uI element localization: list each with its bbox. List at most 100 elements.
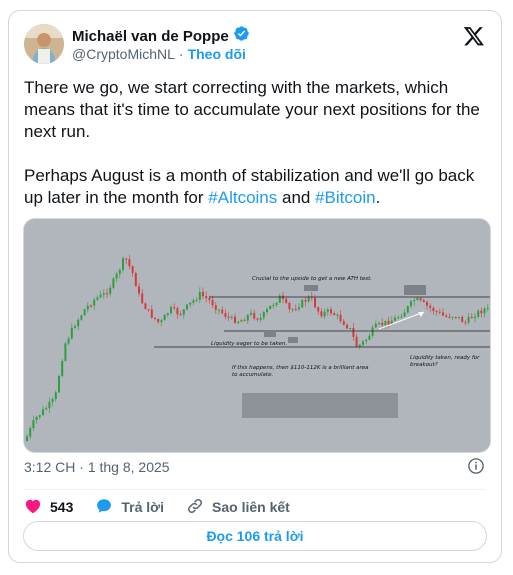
candle-body: [352, 327, 355, 337]
candle-body: [26, 436, 28, 441]
candle-body: [381, 322, 384, 326]
candle-body: [86, 305, 89, 310]
candle-body: [320, 311, 323, 317]
author-name-row: Michaël van de Poppe: [72, 25, 250, 47]
candle-body: [397, 317, 400, 319]
candle-body: [486, 307, 489, 309]
candle-body: [128, 259, 131, 267]
x-logo-icon[interactable]: [463, 25, 485, 47]
candle-body: [163, 314, 166, 321]
candle-body: [234, 316, 236, 323]
candle-body: [106, 293, 108, 295]
candle-body: [154, 317, 156, 319]
candle-body: [221, 309, 224, 314]
candle-body: [461, 316, 464, 323]
candle-body: [246, 314, 249, 321]
like-button[interactable]: 543: [24, 497, 73, 518]
blurred-box: [242, 393, 398, 418]
candle-body: [173, 307, 176, 309]
author-name[interactable]: Michaël van de Poppe: [72, 28, 229, 45]
candle-body: [61, 360, 64, 377]
candle-body: [198, 291, 201, 300]
candle-body: [64, 343, 67, 361]
candle-body: [157, 318, 160, 323]
candle-body: [208, 298, 211, 301]
candle-body: [189, 302, 192, 305]
conjunction-text: and: [277, 188, 316, 207]
candle-body: [445, 315, 448, 317]
candle-body: [51, 399, 54, 402]
candle-body: [176, 308, 179, 315]
candle-body: [243, 320, 246, 322]
candle-body: [454, 316, 457, 318]
candle-body: [262, 311, 265, 318]
candle-body: [403, 312, 406, 317]
heart-icon: [24, 497, 42, 518]
candle-body: [323, 311, 326, 317]
read-replies-button[interactable]: Đọc 106 trả lời: [23, 521, 487, 551]
candle-body: [374, 323, 377, 328]
candle-body: [438, 311, 441, 313]
info-icon[interactable]: [467, 457, 485, 475]
avatar[interactable]: [24, 24, 64, 64]
candle-body: [362, 341, 364, 345]
candle-body: [326, 309, 329, 312]
candle-body: [48, 401, 51, 409]
chart-image[interactable]: Crucial to the upside to get a new ATH t…: [23, 218, 491, 453]
candle-body: [384, 320, 387, 326]
candle-body: [218, 309, 220, 311]
copy-link-button[interactable]: Sao liên kết: [186, 497, 290, 518]
candle-body: [253, 312, 256, 319]
candle-body: [346, 324, 348, 329]
candle-body: [99, 294, 102, 298]
candle-body: [432, 307, 435, 312]
candle-body: [368, 335, 371, 340]
candle-body: [256, 318, 259, 320]
candle-body: [224, 313, 227, 317]
candle-body: [160, 320, 163, 323]
candle-body: [330, 309, 332, 314]
candle-body: [333, 313, 336, 316]
candle-body: [90, 305, 92, 307]
handle-separator: ·: [178, 46, 184, 62]
tweet-date[interactable]: 1 thg 8, 2025: [88, 459, 170, 475]
hashtag-bitcoin[interactable]: #Bitcoin: [315, 188, 375, 207]
candle-body: [435, 311, 438, 313]
candle-body: [58, 376, 60, 393]
candle-body: [170, 307, 172, 314]
candle-body: [422, 300, 425, 302]
candle-body: [250, 312, 252, 315]
candle-body: [147, 309, 150, 311]
candle-body: [134, 272, 137, 287]
candle-body: [131, 266, 134, 273]
follow-button[interactable]: Theo dõi: [188, 46, 246, 62]
tweet-time[interactable]: 3:12 CH: [24, 459, 75, 475]
candle-body: [192, 300, 195, 303]
chart-annotation-if-happens-2: to accumulate.: [232, 372, 273, 378]
tweet-card: Michaël van de Poppe @CryptoMichNL · The…: [8, 10, 502, 563]
candle-body: [426, 301, 428, 306]
candle-body: [237, 321, 240, 323]
highlight-box: [264, 331, 276, 337]
candle-body: [70, 327, 73, 339]
candle-body: [42, 409, 44, 416]
author-handle[interactable]: @CryptoMichNL: [72, 46, 175, 62]
candle-body: [301, 299, 304, 308]
chart-annotation-liquidity-taken-1: Liquidity taken, ready for: [410, 355, 480, 361]
candle-body: [240, 320, 243, 322]
link-icon: [186, 497, 204, 518]
candle-body: [83, 309, 86, 316]
candle-body: [205, 296, 208, 299]
candle-body: [141, 293, 144, 304]
highlight-box: [288, 337, 298, 343]
candle-body: [474, 316, 476, 319]
candle-body: [259, 317, 262, 320]
action-bar: 543 Trả lời Sao liên kết: [24, 494, 312, 520]
reply-button[interactable]: Trả lời: [95, 497, 164, 518]
hashtag-altcoins[interactable]: #Altcoins: [208, 188, 277, 207]
candle-body: [464, 322, 467, 324]
candle-body: [291, 309, 294, 311]
candle-body: [45, 408, 48, 410]
candle-body: [211, 300, 214, 306]
candle-body: [230, 316, 233, 318]
